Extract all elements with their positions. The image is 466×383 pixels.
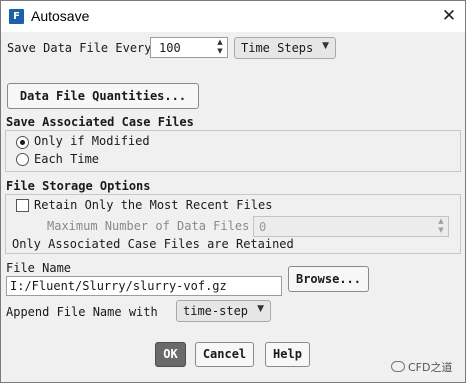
chevron-down-icon: ▼	[257, 304, 264, 314]
max-files-arrows[interactable]: ▲ ▼	[434, 217, 448, 236]
spin-down-icon[interactable]: ▼	[434, 226, 448, 235]
ok-button[interactable]: OK	[155, 342, 186, 367]
save-unit-selected: Time Steps	[241, 41, 314, 55]
watermark: CFD之道	[391, 359, 452, 375]
file-name-label: File Name	[6, 261, 72, 275]
radio-each-time[interactable]	[16, 153, 29, 166]
storage-section-title: File Storage Options	[6, 179, 151, 193]
append-selected: time-step	[183, 304, 249, 318]
chevron-down-icon: ▼	[322, 41, 329, 51]
only-if-modified-label: Only if Modified	[34, 134, 150, 148]
retained-note: Only Associated Case Files are Retained	[12, 237, 294, 251]
data-file-quantities-button[interactable]: Data File Quantities...	[7, 83, 199, 109]
save-every-spinner[interactable]: 100 ▲ ▼	[150, 37, 228, 58]
spin-down-icon[interactable]: ▼	[213, 47, 227, 56]
wechat-icon	[391, 361, 405, 372]
retain-recent-checkbox[interactable]	[16, 199, 29, 212]
cancel-button[interactable]: Cancel	[195, 342, 254, 367]
window-title: Autosave	[31, 8, 90, 24]
browse-button[interactable]: Browse...	[288, 266, 369, 292]
append-label: Append File Name with	[6, 305, 158, 319]
radio-only-if-modified[interactable]	[16, 136, 29, 149]
file-name-input[interactable]: I:/Fluent/Slurry/slurry-vof.gz	[6, 276, 282, 296]
dialog-body: Save Data File Every 100 ▲ ▼ Time Steps …	[1, 32, 465, 382]
max-files-value: 0	[259, 220, 267, 234]
spin-up-icon[interactable]: ▲	[213, 38, 227, 47]
save-every-arrows[interactable]: ▲ ▼	[213, 38, 227, 57]
autosave-dialog: F Autosave ✕ Save Data File Every 100 ▲ …	[0, 0, 466, 383]
append-dropdown[interactable]: time-step ▼	[176, 300, 271, 322]
retain-recent-label: Retain Only the Most Recent Files	[34, 198, 273, 212]
save-unit-dropdown[interactable]: Time Steps ▼	[234, 37, 336, 59]
title-bar: F Autosave ✕	[1, 1, 465, 32]
save-every-value: 100	[159, 41, 181, 55]
each-time-label: Each Time	[34, 152, 100, 166]
max-files-spinner[interactable]: 0 ▲ ▼	[253, 216, 449, 237]
watermark-text: CFD之道	[408, 361, 453, 374]
spin-up-icon[interactable]: ▲	[434, 217, 448, 226]
close-icon[interactable]: ✕	[433, 2, 465, 31]
case-files-section-title: Save Associated Case Files	[6, 115, 194, 129]
max-files-label: Maximum Number of Data Files	[47, 219, 250, 233]
save-every-label: Save Data File Every	[7, 41, 152, 55]
fluent-app-icon: F	[9, 9, 24, 24]
file-name-value: I:/Fluent/Slurry/slurry-vof.gz	[10, 279, 227, 293]
help-button[interactable]: Help	[265, 342, 310, 367]
